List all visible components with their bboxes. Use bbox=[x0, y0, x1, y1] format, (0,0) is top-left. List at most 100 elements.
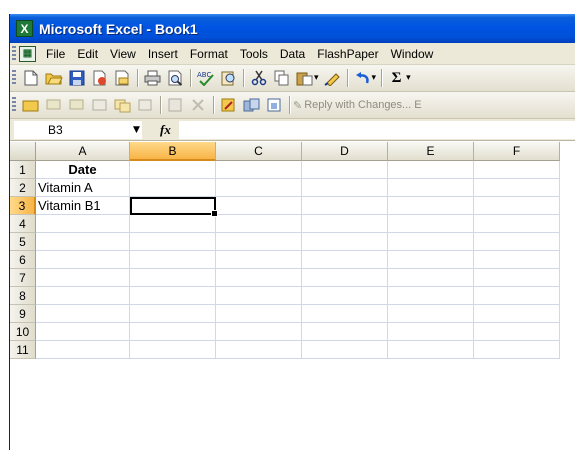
menu-window[interactable]: Window bbox=[387, 47, 442, 61]
cell-a3[interactable]: Vitamin B1 bbox=[36, 197, 130, 215]
cell-e7[interactable] bbox=[388, 269, 474, 287]
cell-b8[interactable] bbox=[130, 287, 216, 305]
toolbar-grip-icon[interactable] bbox=[12, 70, 16, 86]
shared-workspace-icon[interactable] bbox=[241, 95, 262, 115]
cell-e10[interactable] bbox=[388, 323, 474, 341]
cell-f6[interactable] bbox=[474, 251, 560, 269]
menu-format[interactable]: Format bbox=[186, 47, 236, 61]
cell-a1[interactable]: Date bbox=[36, 161, 130, 179]
open-icon[interactable] bbox=[43, 68, 64, 88]
undo-icon[interactable] bbox=[352, 68, 373, 88]
formula-input[interactable] bbox=[178, 120, 575, 139]
row-header-1[interactable]: 1 bbox=[10, 161, 36, 179]
menubar-grip-icon[interactable] bbox=[12, 45, 16, 62]
print-icon[interactable] bbox=[142, 68, 163, 88]
cell-b5[interactable] bbox=[130, 233, 216, 251]
send-for-review-icon[interactable] bbox=[20, 95, 41, 115]
cell-b10[interactable] bbox=[130, 323, 216, 341]
column-header-e[interactable]: E bbox=[388, 142, 474, 161]
previous-comment-icon[interactable] bbox=[43, 95, 64, 115]
cell-e6[interactable] bbox=[388, 251, 474, 269]
cut-icon[interactable] bbox=[248, 68, 269, 88]
email-icon[interactable] bbox=[112, 68, 133, 88]
cell-f8[interactable] bbox=[474, 287, 560, 305]
cell-a2[interactable]: Vitamin A bbox=[36, 179, 130, 197]
row-header-8[interactable]: 8 bbox=[10, 287, 36, 305]
spelling-icon[interactable]: ABC bbox=[195, 68, 216, 88]
cell-e8[interactable] bbox=[388, 287, 474, 305]
cell-c5[interactable] bbox=[216, 233, 302, 251]
row-header-5[interactable]: 5 bbox=[10, 233, 36, 251]
cell-b4[interactable] bbox=[130, 215, 216, 233]
cell-b2[interactable] bbox=[130, 179, 216, 197]
cell-a4[interactable] bbox=[36, 215, 130, 233]
menu-data[interactable]: Data bbox=[276, 47, 313, 61]
new-icon[interactable] bbox=[20, 68, 41, 88]
column-header-b[interactable]: B bbox=[130, 142, 216, 161]
row-header-3[interactable]: 3 bbox=[10, 197, 36, 215]
menu-tools[interactable]: Tools bbox=[236, 47, 276, 61]
cell-f3[interactable] bbox=[474, 197, 560, 215]
column-header-f[interactable]: F bbox=[474, 142, 560, 161]
name-box[interactable]: B3 ▼ bbox=[14, 120, 142, 139]
next-comment-icon[interactable] bbox=[66, 95, 87, 115]
cell-b1[interactable] bbox=[130, 161, 216, 179]
row-header-2[interactable]: 2 bbox=[10, 179, 36, 197]
cell-d11[interactable] bbox=[302, 341, 388, 359]
menu-view[interactable]: View bbox=[106, 47, 144, 61]
workbook-icon[interactable]: ▦ bbox=[19, 45, 36, 62]
row-header-11[interactable]: 11 bbox=[10, 341, 36, 359]
permission-icon[interactable] bbox=[89, 68, 110, 88]
ink-annotations-icon[interactable] bbox=[218, 95, 239, 115]
cell-b7[interactable] bbox=[130, 269, 216, 287]
name-box-dropdown-icon[interactable]: ▼ bbox=[133, 122, 140, 138]
print-preview-icon[interactable] bbox=[165, 68, 186, 88]
cell-b9[interactable] bbox=[130, 305, 216, 323]
cell-c1[interactable] bbox=[216, 161, 302, 179]
cell-c6[interactable] bbox=[216, 251, 302, 269]
cell-b3[interactable] bbox=[130, 197, 218, 217]
row-header-4[interactable]: 4 bbox=[10, 215, 36, 233]
cell-c8[interactable] bbox=[216, 287, 302, 305]
cell-d7[interactable] bbox=[302, 269, 388, 287]
row-header-7[interactable]: 7 bbox=[10, 269, 36, 287]
cell-e3[interactable] bbox=[388, 197, 474, 215]
cell-c9[interactable] bbox=[216, 305, 302, 323]
cell-b6[interactable] bbox=[130, 251, 216, 269]
accept-reject-icon[interactable] bbox=[188, 95, 209, 115]
cell-e11[interactable] bbox=[388, 341, 474, 359]
menu-flashpaper[interactable]: FlashPaper bbox=[313, 47, 386, 61]
cell-d6[interactable] bbox=[302, 251, 388, 269]
undo-dropdown-icon[interactable]: ▾ bbox=[372, 73, 377, 83]
cell-e1[interactable] bbox=[388, 161, 474, 179]
cell-f9[interactable] bbox=[474, 305, 560, 323]
autosum-dropdown-icon[interactable]: ▾ bbox=[406, 73, 411, 83]
cell-e5[interactable] bbox=[388, 233, 474, 251]
cell-a6[interactable] bbox=[36, 251, 130, 269]
cell-d5[interactable] bbox=[302, 233, 388, 251]
cell-c2[interactable] bbox=[216, 179, 302, 197]
cell-d4[interactable] bbox=[302, 215, 388, 233]
select-all-corner[interactable] bbox=[10, 142, 36, 161]
menu-edit[interactable]: Edit bbox=[73, 47, 106, 61]
cell-d10[interactable] bbox=[302, 323, 388, 341]
menu-insert[interactable]: Insert bbox=[144, 47, 186, 61]
title-bar[interactable]: X Microsoft Excel - Book1 bbox=[10, 14, 575, 43]
cell-f4[interactable] bbox=[474, 215, 560, 233]
cell-f2[interactable] bbox=[474, 179, 560, 197]
format-painter-icon[interactable] bbox=[322, 68, 343, 88]
row-header-6[interactable]: 6 bbox=[10, 251, 36, 269]
cell-a5[interactable] bbox=[36, 233, 130, 251]
research-icon[interactable] bbox=[218, 68, 239, 88]
insert-function-icon[interactable]: fx bbox=[160, 122, 171, 138]
toolbar-grip-icon[interactable] bbox=[12, 97, 16, 113]
cell-f11[interactable] bbox=[474, 341, 560, 359]
cell-d3[interactable] bbox=[302, 197, 388, 215]
save-icon[interactable] bbox=[66, 68, 87, 88]
cell-f7[interactable] bbox=[474, 269, 560, 287]
cell-b11[interactable] bbox=[130, 341, 216, 359]
cell-c10[interactable] bbox=[216, 323, 302, 341]
paste-icon[interactable] bbox=[294, 68, 315, 88]
row-header-9[interactable]: 9 bbox=[10, 305, 36, 323]
show-comment-icon[interactable] bbox=[89, 95, 110, 115]
